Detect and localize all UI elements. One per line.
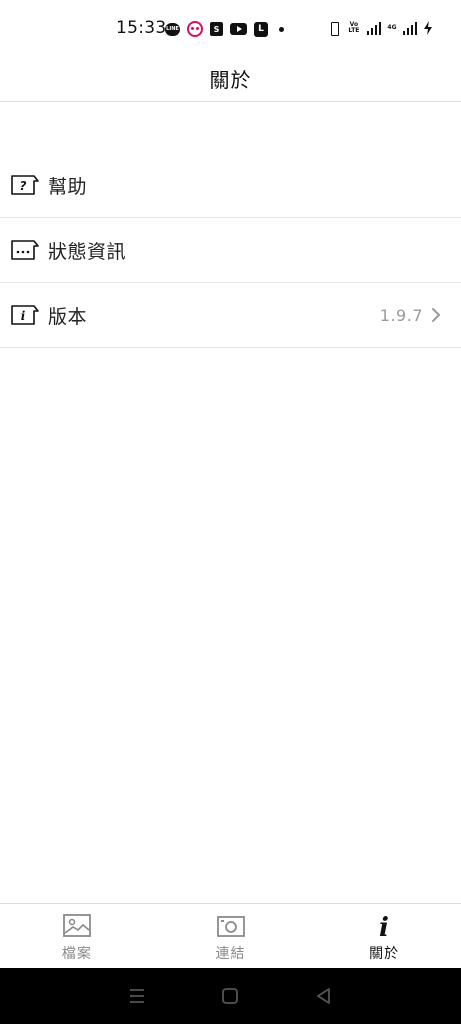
menu-item-version[interactable]: i 版本 1.9.7 [0, 283, 461, 348]
network-type-icon: 4G [387, 24, 397, 31]
home-icon[interactable] [218, 984, 242, 1008]
info-icon: i [11, 305, 39, 325]
tab-label: 關於 [369, 946, 400, 962]
signal-2-icon [402, 21, 417, 35]
system-nav-bar [0, 968, 461, 1024]
tab-connect[interactable]: 連結 [154, 904, 308, 968]
menu-item-label: 版本 [48, 305, 88, 328]
charging-icon [424, 21, 432, 35]
more-dot-icon [279, 26, 284, 32]
vibrate-icon [327, 21, 341, 36]
menu-icon[interactable] [125, 984, 149, 1008]
volte-icon: Vo LTE [348, 21, 360, 34]
youtube-icon [230, 23, 247, 35]
system-icons: Vo LTE 4G [327, 21, 433, 36]
back-icon[interactable] [312, 984, 336, 1008]
menu-item-status-info[interactable]: 狀態資訊 [0, 218, 461, 283]
status-time: 15:33 [116, 18, 167, 38]
tab-about[interactable]: i 關於 [307, 904, 461, 968]
line-icon: LINE [165, 22, 180, 36]
svg-text:i: i [379, 913, 389, 940]
image-file-icon [62, 914, 91, 937]
tab-label: 連結 [215, 946, 246, 962]
camera-icon [216, 916, 245, 937]
menu-item-help[interactable]: ? 幫助 [0, 153, 461, 218]
menu-item-label: 幫助 [48, 175, 88, 198]
info-i-icon: i [379, 913, 389, 940]
page-header: 關於 [0, 56, 461, 102]
about-menu-list: ? 幫助 狀態資訊 i 版本 1.9.7 [0, 153, 461, 348]
signal-icon [366, 21, 382, 35]
tab-files[interactable]: 檔案 [0, 904, 154, 968]
notification-icons: LINE S L [165, 21, 284, 37]
menu-item-label: 狀態資訊 [48, 240, 127, 263]
status-info-icon [11, 240, 39, 260]
status-bar: 15:33 LINE S L Vo LTE 4G [0, 0, 461, 56]
tab-label: 檔案 [61, 946, 92, 962]
svg-text:?: ? [20, 179, 27, 193]
shopee-icon: S [210, 22, 223, 36]
l-app-icon: L [254, 21, 268, 37]
foodpanda-icon [187, 21, 203, 37]
svg-text:i: i [21, 309, 26, 323]
help-icon: ? [11, 175, 39, 195]
page-title: 關於 [209, 68, 252, 92]
version-value: 1.9.7 [379, 305, 423, 325]
bottom-tab-bar: 檔案 連結 i 關於 [0, 903, 461, 968]
chevron-right-icon [432, 308, 440, 322]
